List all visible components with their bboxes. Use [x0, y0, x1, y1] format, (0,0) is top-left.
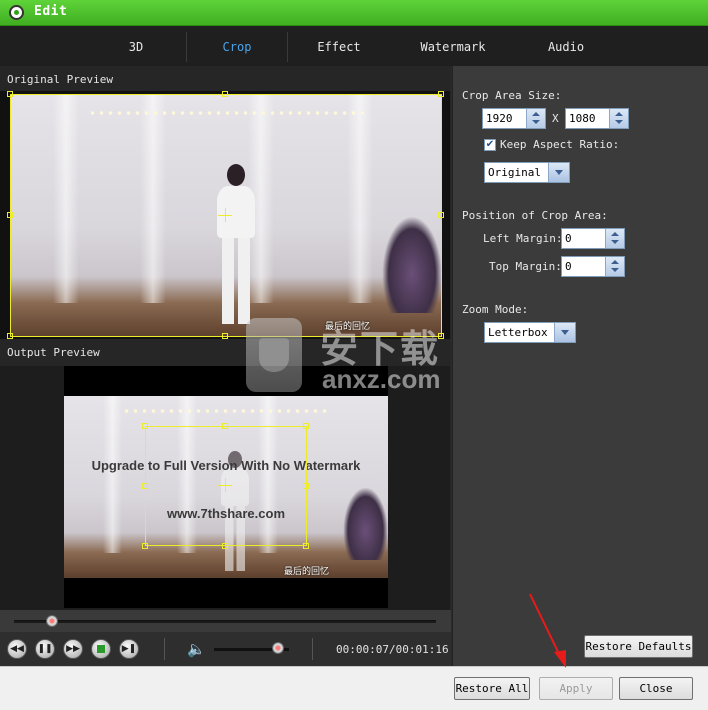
tab-audio[interactable]: Audio: [516, 26, 616, 66]
timecode: 00:00:07/00:01:16: [336, 643, 449, 656]
crop-handle[interactable]: [142, 423, 148, 429]
size-separator: X: [552, 112, 559, 125]
left-margin-label: Left Margin:: [483, 232, 563, 245]
crop-settings-panel: Crop Area Size: 1920 X 1080 ✔ Keep Aspec…: [452, 66, 708, 666]
crop-handle[interactable]: [142, 483, 148, 489]
controls-divider: [164, 638, 165, 660]
stepper-buttons[interactable]: [526, 109, 545, 128]
aspect-ratio-value: Original: [488, 166, 541, 179]
crop-width-stepper[interactable]: 1920: [482, 108, 546, 129]
output-preview: Upgrade to Full Version With No Watermar…: [0, 366, 450, 610]
crop-handle[interactable]: [7, 91, 13, 97]
crop-handle[interactable]: [438, 212, 444, 218]
shield-icon: [246, 318, 302, 392]
top-margin-value[interactable]: 0: [565, 260, 572, 273]
crop-center-marker: [225, 208, 226, 222]
dialog-footer: Restore All Apply Close: [0, 666, 708, 710]
output-crop-box[interactable]: [145, 426, 307, 546]
crop-width-value[interactable]: 1920: [486, 112, 513, 125]
chevron-down-icon[interactable]: [554, 323, 575, 342]
tab-crop[interactable]: Crop: [187, 26, 287, 66]
tab-divider: [287, 32, 288, 62]
stepper-buttons[interactable]: [605, 229, 624, 248]
speaker-icon[interactable]: 🔈: [187, 640, 206, 658]
video-caption: 最后的回忆: [284, 566, 330, 576]
seek-handle[interactable]: [45, 615, 58, 627]
crop-handle[interactable]: [7, 333, 13, 339]
seek-bar[interactable]: [0, 610, 451, 632]
top-margin-label: Top Margin:: [489, 260, 562, 273]
crop-handle[interactable]: [142, 543, 148, 549]
crop-handle[interactable]: [7, 212, 13, 218]
window-title: Edit: [34, 4, 68, 19]
aspect-ratio-select[interactable]: Original: [484, 162, 570, 183]
output-preview-label: Output Preview: [7, 346, 100, 359]
site-watermark-domain: anxz.com: [322, 364, 441, 394]
left-margin-value[interactable]: 0: [565, 232, 572, 245]
top-margin-stepper[interactable]: 0: [561, 256, 625, 277]
site-watermark: 安下载 anxz.com: [246, 316, 462, 394]
crop-height-stepper[interactable]: 1080: [565, 108, 629, 129]
crop-center-marker: [225, 478, 226, 492]
zoom-mode-value: Letterbox: [488, 326, 548, 339]
original-preview-label: Original Preview: [7, 73, 113, 86]
crop-handle[interactable]: [222, 333, 228, 339]
seek-track[interactable]: [14, 620, 436, 623]
crop-handle[interactable]: [222, 91, 228, 97]
playback-controls: ◀◀ ❚❚ ▶▶ ▶❚ 🔈 00:00:07/00:01:16: [0, 632, 451, 666]
controls-divider: [312, 638, 313, 660]
keep-aspect-label: Keep Aspect Ratio:: [500, 138, 620, 151]
fast-forward-icon[interactable]: ▶▶: [63, 639, 83, 659]
tab-3d[interactable]: 3D: [86, 26, 186, 66]
zoom-mode-label: Zoom Mode:: [462, 303, 529, 316]
chevron-down-icon[interactable]: [548, 163, 569, 182]
tab-effect[interactable]: Effect: [289, 26, 389, 66]
keep-aspect-checkbox[interactable]: ✔: [484, 139, 496, 151]
pause-icon[interactable]: ❚❚: [35, 639, 55, 659]
app-logo-icon: [9, 5, 24, 20]
stepper-buttons[interactable]: [609, 109, 628, 128]
crop-handle[interactable]: [303, 483, 309, 489]
crop-handle[interactable]: [438, 91, 444, 97]
stop-icon[interactable]: [91, 639, 111, 659]
tab-watermark[interactable]: Watermark: [400, 26, 506, 66]
zoom-mode-select[interactable]: Letterbox: [484, 322, 576, 343]
next-frame-icon[interactable]: ▶❚: [119, 639, 139, 659]
close-button[interactable]: Close: [619, 677, 693, 700]
crop-handle[interactable]: [303, 543, 309, 549]
restore-defaults-button[interactable]: Restore Defaults: [584, 635, 693, 658]
crop-handle[interactable]: [222, 543, 228, 549]
stepper-buttons[interactable]: [605, 257, 624, 276]
crop-handle[interactable]: [303, 423, 309, 429]
crop-area-size-label: Crop Area Size:: [462, 89, 562, 102]
crop-height-value[interactable]: 1080: [569, 112, 596, 125]
apply-button[interactable]: Apply: [539, 677, 613, 700]
crop-position-label: Position of Crop Area:: [462, 209, 608, 222]
original-preview: 最后的回忆: [0, 91, 450, 339]
left-margin-stepper[interactable]: 0: [561, 228, 625, 249]
rewind-icon[interactable]: ◀◀: [7, 639, 27, 659]
title-bar: Edit: [0, 0, 708, 26]
restore-all-button[interactable]: Restore All: [454, 677, 530, 700]
crop-handle[interactable]: [222, 423, 228, 429]
volume-handle[interactable]: [271, 642, 284, 654]
tab-bar: 3D Crop Effect Watermark Audio: [0, 26, 708, 66]
